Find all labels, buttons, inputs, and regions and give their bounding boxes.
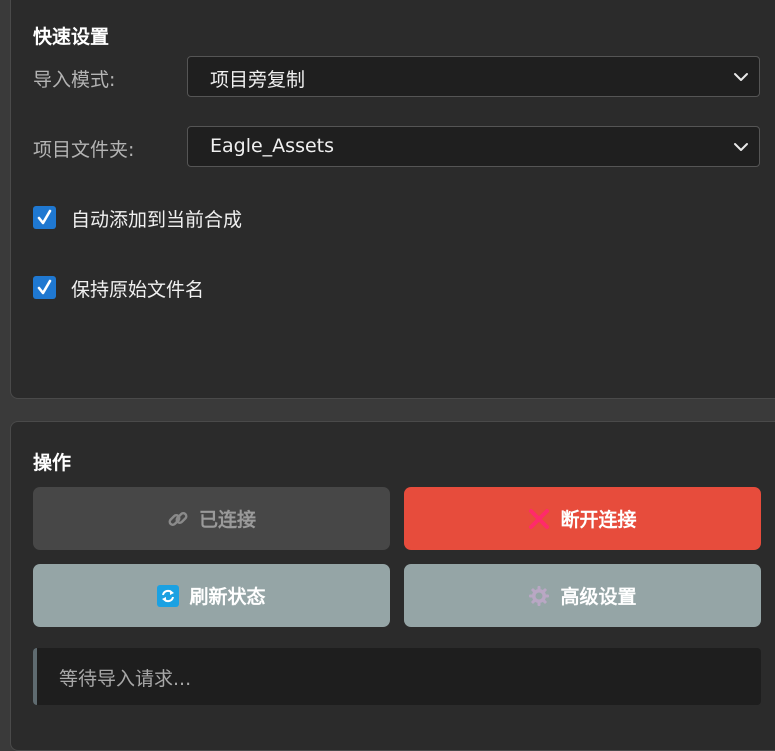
disconnect-button[interactable]: 断开连接 — [404, 487, 761, 550]
quick-settings-title: 快速设置 — [33, 26, 110, 48]
check-icon — [37, 279, 52, 295]
keep-filename-label: 保持原始文件名 — [71, 279, 205, 301]
refresh-status-button[interactable]: 刷新状态 — [33, 564, 390, 627]
auto-add-checkbox[interactable] — [33, 206, 56, 229]
project-folder-value: Eagle_Assets — [210, 135, 335, 157]
import-mode-label: 导入模式: — [33, 69, 116, 91]
connected-label: 已连接 — [198, 509, 256, 531]
project-folder-select[interactable]: Eagle_Assets — [187, 126, 760, 167]
check-icon — [37, 209, 52, 225]
link-icon — [167, 508, 189, 530]
gear-icon — [528, 585, 550, 607]
refresh-status-label: 刷新状态 — [189, 586, 266, 608]
import-mode-value: 项目旁复制 — [210, 69, 306, 91]
close-icon — [528, 508, 550, 530]
status-text: 等待导入请求... — [59, 668, 192, 690]
connected-button[interactable]: 已连接 — [33, 487, 390, 550]
status-box: 等待导入请求... — [33, 648, 761, 705]
auto-add-label: 自动添加到当前合成 — [71, 209, 243, 231]
chevron-down-icon — [734, 73, 748, 81]
operations-title: 操作 — [33, 452, 72, 474]
refresh-icon — [157, 584, 180, 607]
advanced-settings-button[interactable]: 高级设置 — [404, 564, 761, 627]
operations-panel: 操作 已连接 断开连接 刷新状态 高级设置 等待导入请求... — [10, 421, 775, 751]
advanced-settings-label: 高级设置 — [560, 586, 637, 608]
keep-filename-checkbox[interactable] — [33, 276, 56, 299]
import-mode-select[interactable]: 项目旁复制 — [187, 56, 760, 97]
chevron-down-icon — [734, 143, 748, 151]
quick-settings-panel: 快速设置 导入模式: 项目旁复制 项目文件夹: Eagle_Assets 自动添… — [10, 0, 775, 399]
project-folder-label: 项目文件夹: — [33, 139, 135, 161]
disconnect-label: 断开连接 — [560, 509, 637, 531]
